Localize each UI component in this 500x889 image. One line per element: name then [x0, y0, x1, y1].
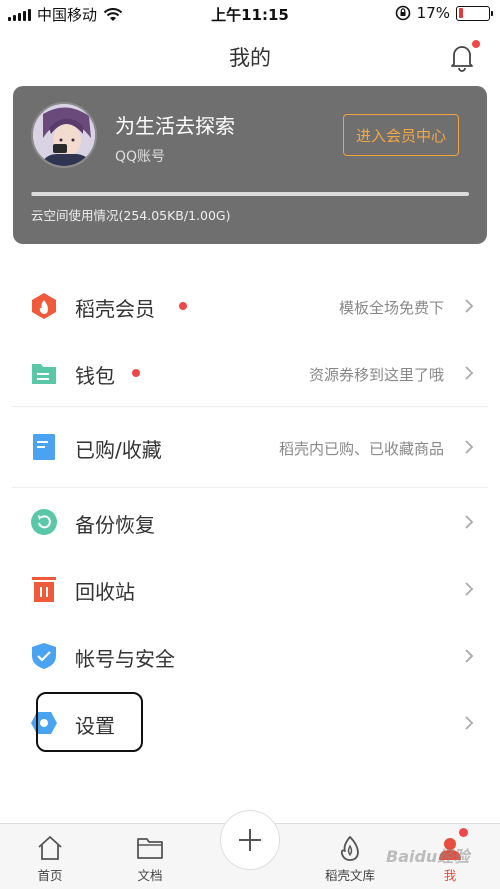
menu-label: 稻壳会员 — [75, 297, 155, 321]
watermark: Baidu经验 — [386, 847, 470, 866]
battery-level — [458, 8, 464, 18]
tab-daoke-library[interactable]: 稻壳文库 — [315, 834, 385, 884]
menu-hint: 模板全场免费下 — [338, 299, 444, 317]
storage-used-fill — [31, 192, 33, 196]
menu-label: 设置 — [75, 714, 115, 738]
tab-label: 首页 — [37, 868, 63, 883]
chevron-right-icon — [465, 366, 474, 380]
new-dot-badge — [179, 302, 187, 310]
menu-hint: 资源券移到这里了哦 — [308, 366, 444, 384]
menu-label: 帐号与安全 — [75, 647, 175, 671]
create-new-button[interactable] — [220, 810, 280, 870]
notification-bell-icon[interactable] — [448, 42, 476, 72]
account-type: QQ账号 — [115, 149, 166, 165]
plus-icon — [239, 829, 261, 851]
menu-label: 已购/收藏 — [75, 438, 162, 462]
page-title: 我的 — [229, 46, 271, 70]
menu-label: 备份恢复 — [75, 513, 155, 537]
backup-icon — [31, 509, 57, 535]
purchased-icon — [33, 434, 55, 460]
profile-card[interactable]: 为生活去探索 QQ账号 进入会员中心 云空间使用情况(254.05KB/1.00… — [13, 86, 487, 244]
avatar-image — [33, 104, 95, 166]
notification-badge — [472, 40, 480, 48]
vip-center-button[interactable]: 进入会员中心 — [343, 114, 459, 156]
avatar[interactable] — [31, 102, 97, 168]
menu-item-daoke-vip[interactable]: 稻壳会员 模板全场免费下 — [0, 272, 500, 339]
shield-icon — [32, 643, 56, 669]
menu-item-recycle-bin[interactable]: 回收站 — [0, 555, 500, 622]
menu-label: 钱包 — [75, 364, 115, 388]
chevron-right-icon — [465, 440, 474, 454]
daoke-vip-icon — [32, 293, 56, 319]
rotation-lock-icon — [395, 5, 410, 21]
tab-label: 文档 — [137, 868, 163, 883]
daoke-library-icon — [340, 836, 359, 861]
status-right: 17% — [395, 4, 493, 22]
home-icon — [38, 836, 62, 860]
tab-documents[interactable]: 文档 — [115, 834, 185, 884]
username: 为生活去探索 — [115, 114, 235, 138]
chevron-right-icon — [465, 515, 474, 529]
status-bar: 中国移动 上午11:15 17% — [0, 0, 500, 30]
new-dot-badge — [132, 369, 140, 377]
menu-hint: 稻壳内已购、已收藏商品 — [278, 440, 444, 458]
wallet-icon — [32, 364, 56, 384]
menu-item-purchased[interactable]: 已购/收藏 稻壳内已购、已收藏商品 — [0, 407, 500, 487]
chevron-right-icon — [465, 299, 474, 313]
folder-icon — [137, 838, 163, 859]
tab-label: 稻壳文库 — [324, 868, 375, 883]
storage-usage-text: 云空间使用情况(254.05KB/1.00G) — [31, 208, 231, 223]
menu-item-backup[interactable]: 备份恢复 — [0, 488, 500, 555]
menu-item-account-security[interactable]: 帐号与安全 — [0, 622, 500, 689]
menu-item-settings[interactable]: 设置 — [0, 689, 500, 756]
chevron-right-icon — [465, 649, 474, 663]
nav-bar: 我的 — [0, 30, 500, 82]
me-tab-badge — [459, 828, 468, 837]
menu-item-wallet[interactable]: 钱包 资源券移到这里了哦 — [0, 339, 500, 406]
menu-label: 回收站 — [75, 580, 135, 604]
battery-percent: 17% — [416, 4, 450, 22]
storage-progress — [31, 192, 469, 196]
settings-icon — [31, 712, 57, 734]
menu-list: 稻壳会员 模板全场免费下 钱包 资源券移到这里了哦 已购/收藏 稻壳内已购、已收… — [0, 272, 500, 756]
tab-label: 我 — [443, 868, 457, 883]
battery-icon — [456, 5, 493, 21]
chevron-right-icon — [465, 582, 474, 596]
chevron-right-icon — [465, 716, 474, 730]
recycle-bin-icon — [32, 577, 56, 602]
tab-home[interactable]: 首页 — [15, 834, 85, 884]
